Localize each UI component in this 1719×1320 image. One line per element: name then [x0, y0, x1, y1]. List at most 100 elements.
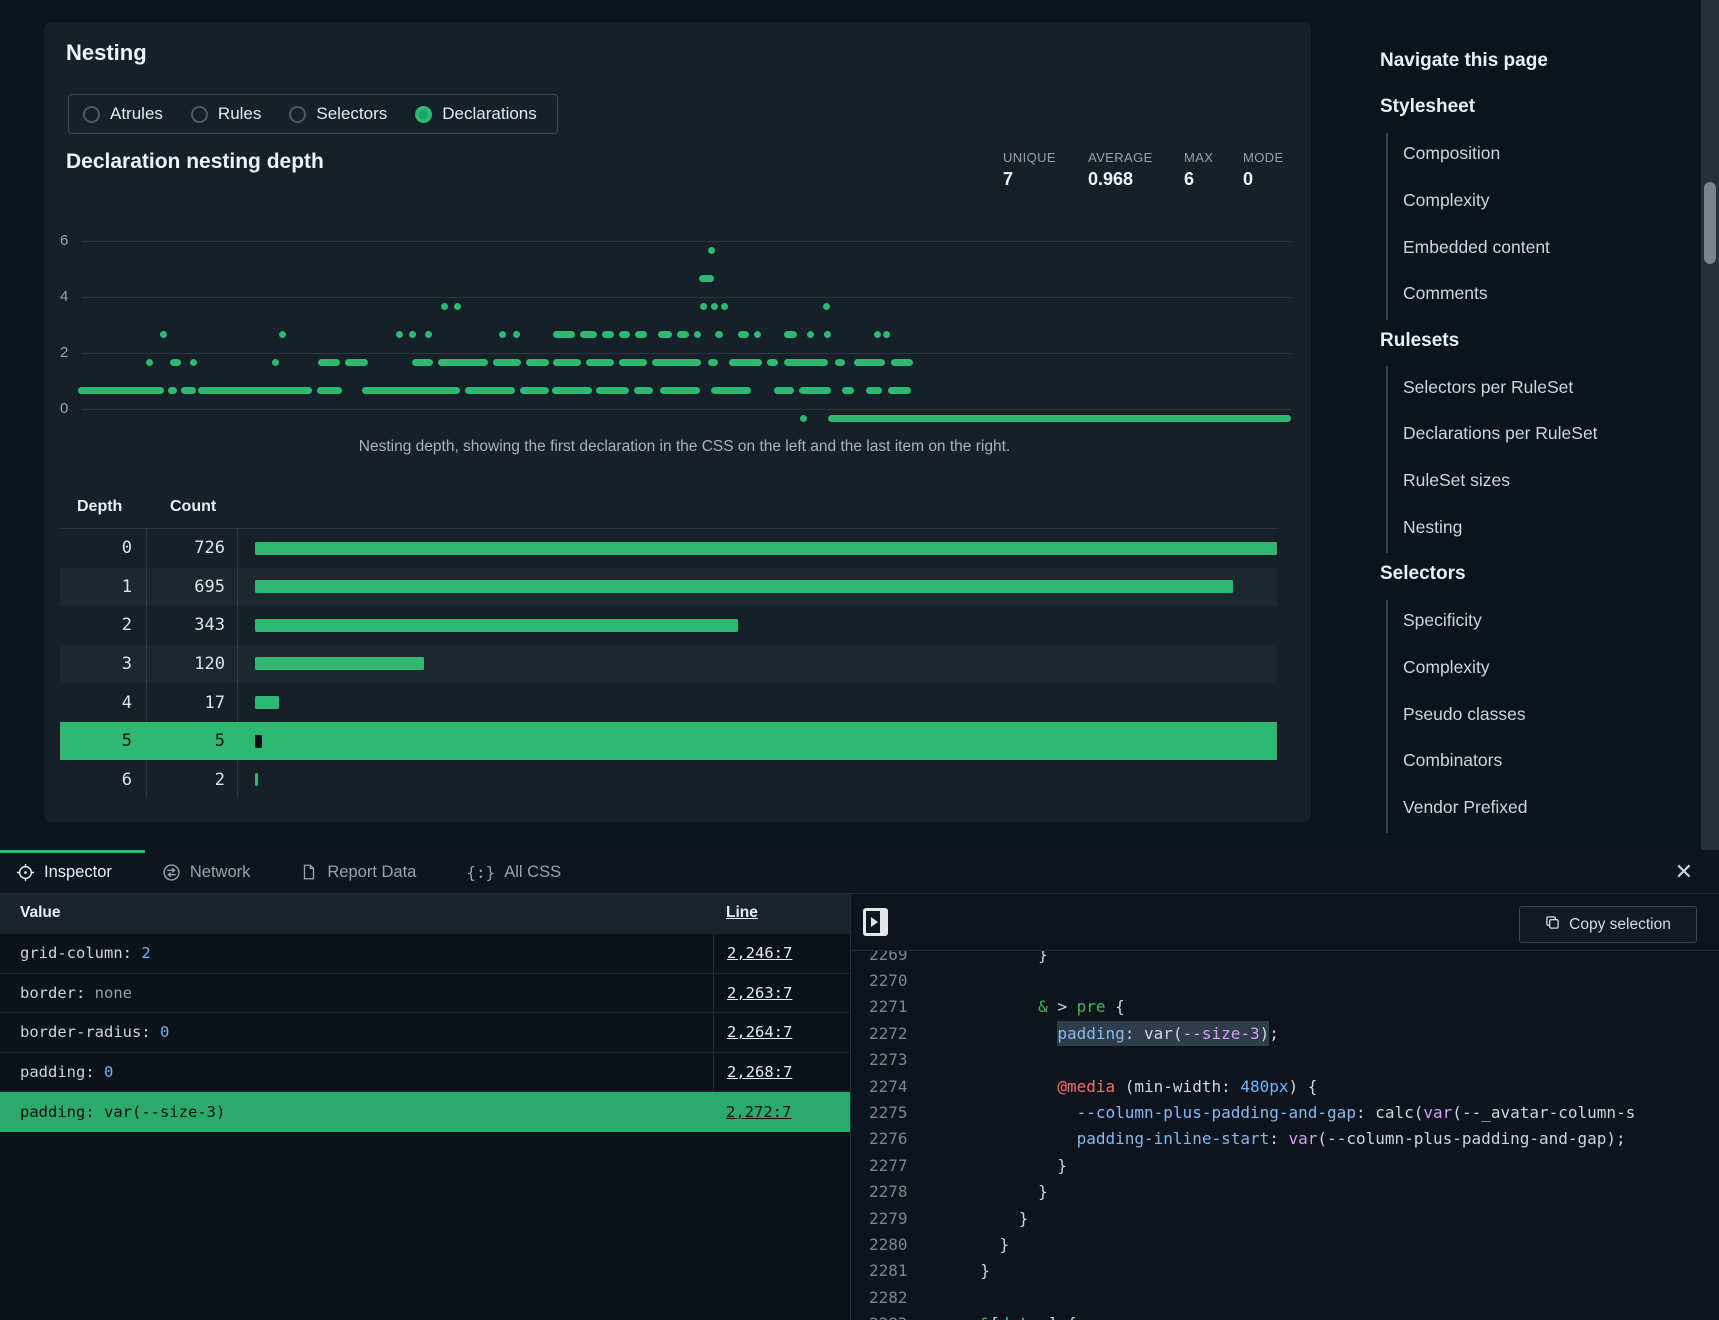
- page-scrollbar-thumb[interactable]: [1704, 182, 1716, 264]
- devtools-panel: InspectorNetworkReport Data{:}All CSS ✕ …: [0, 850, 1719, 1320]
- declaration-row[interactable]: padding: 02,268:7: [0, 1053, 850, 1093]
- scatter-segment-depth2: [835, 359, 845, 366]
- inspector-icon: [16, 863, 35, 882]
- sidebar-item-vendor-prefixed[interactable]: Vendor Prefixed: [1403, 795, 1528, 821]
- declaration-row[interactable]: border-radius: 02,264:7: [0, 1013, 850, 1053]
- sidebar-item-embedded-content[interactable]: Embedded content: [1403, 234, 1550, 260]
- sidebar-item-pseudo-classes[interactable]: Pseudo classes: [1403, 701, 1526, 727]
- scatter-segment-depth3: [409, 331, 416, 338]
- ytick-4: 4: [60, 288, 74, 305]
- tab-report-data[interactable]: Report Data: [300, 863, 416, 882]
- line-link[interactable]: 2,264:7: [727, 1023, 792, 1041]
- scatter-segment-depth2: [412, 359, 434, 366]
- scatter-segment-depth2: [170, 359, 181, 366]
- radio-option-atrules[interactable]: Atrules: [83, 104, 163, 124]
- sidebar-item-declarations-per-ruleset[interactable]: Declarations per RuleSet: [1403, 421, 1598, 447]
- scatter-segment-depth1: [168, 387, 178, 394]
- scatter-segment-depth1: [774, 387, 793, 394]
- card-title: Nesting: [66, 40, 147, 66]
- tab-network-label: Network: [190, 863, 251, 882]
- line-link[interactable]: 2,272:7: [726, 1103, 791, 1121]
- code-line-2275: 2275 --column-plus-padding-and-gap: calc…: [851, 1099, 1718, 1125]
- line-number: 2269: [851, 951, 943, 964]
- count-cell: 17: [156, 683, 225, 722]
- value-column-header: Value: [20, 904, 61, 922]
- count-bar: [255, 657, 424, 670]
- close-icon[interactable]: ✕: [1675, 858, 1693, 886]
- line-column-header[interactable]: Line: [726, 904, 758, 922]
- stat-unique-value: 7: [1003, 169, 1056, 190]
- gridline-y2: [82, 353, 1291, 354]
- scatter-segment-depth2: [729, 359, 762, 366]
- line-number: 2273: [851, 1050, 943, 1069]
- table-row-depth-6[interactable]: 62: [60, 760, 1277, 799]
- sidebar-item-specificity[interactable]: Specificity: [1403, 608, 1482, 634]
- sidebar-group-border: [1386, 133, 1388, 320]
- scatter-segment-depth1: [799, 387, 832, 394]
- sidebar-item-composition[interactable]: Composition: [1403, 141, 1500, 167]
- line-link[interactable]: 2,263:7: [727, 984, 792, 1002]
- line-content: & > pre {: [961, 997, 1125, 1016]
- page-nav-title: Navigate this page: [1380, 48, 1548, 74]
- line-number: 2281: [851, 1261, 943, 1280]
- line-number: 2272: [851, 1024, 943, 1043]
- sidebar-item-complexity[interactable]: Complexity: [1403, 654, 1490, 680]
- scatter-segment-depth1: [181, 387, 196, 394]
- scatter-segment-depth4: [823, 303, 830, 310]
- table-row-depth-2[interactable]: 2343: [60, 606, 1277, 645]
- network-icon: [162, 863, 181, 882]
- line-number: 2278: [851, 1182, 943, 1201]
- line-number: 2276: [851, 1129, 943, 1148]
- line-link[interactable]: 2,268:7: [727, 1063, 792, 1081]
- code-toolbar: Copy selection: [851, 894, 1719, 951]
- radio-option-rules[interactable]: Rules: [191, 104, 261, 124]
- table-row-depth-3[interactable]: 3120: [60, 645, 1277, 684]
- tab-all-css[interactable]: {:}All CSS: [466, 863, 561, 882]
- radio-option-declarations[interactable]: Declarations: [415, 104, 537, 124]
- copy-selection-label: Copy selection: [1569, 916, 1671, 934]
- sidebar-item-comments[interactable]: Comments: [1403, 281, 1488, 307]
- scatter-segment-depth2: [708, 359, 719, 366]
- declaration-row[interactable]: grid-column: 22,246:7: [0, 934, 850, 974]
- count-bar: [255, 773, 258, 786]
- radio-rules-dot: [191, 106, 208, 123]
- declaration-row[interactable]: padding: var(--size-3)2,272:7: [0, 1092, 850, 1132]
- sidebar-item-selectors-per-ruleset[interactable]: Selectors per RuleSet: [1403, 374, 1573, 400]
- table-row-depth-4[interactable]: 417: [60, 683, 1277, 722]
- declaration-row[interactable]: border: none2,263:7: [0, 974, 850, 1014]
- scatter-segment-depth2: [767, 359, 778, 366]
- line-link[interactable]: 2,246:7: [727, 944, 792, 962]
- radio-option-selectors[interactable]: Selectors: [289, 104, 387, 124]
- ytick-0: 0: [60, 400, 74, 417]
- count-cell: 343: [156, 606, 225, 645]
- tab-inspector[interactable]: Inspector: [16, 863, 112, 882]
- scatter-segment-depth2: [493, 359, 521, 366]
- scatter-segment-depth3: [874, 331, 881, 338]
- table-row-depth-5[interactable]: 55: [60, 722, 1277, 761]
- ytick-2: 2: [60, 344, 74, 361]
- inspector-table-header: Value Line: [0, 894, 850, 934]
- line-cell: 2,268:7: [713, 1053, 849, 1092]
- table-row-depth-0[interactable]: 0726: [60, 529, 1277, 568]
- sidebar-section-rulesets: Rulesets: [1380, 328, 1459, 354]
- line-content: }: [961, 1182, 1048, 1201]
- css-source-view[interactable]: 2269 }22702271 & > pre {2272 padding: va…: [851, 951, 1718, 1320]
- tab-network[interactable]: Network: [162, 863, 251, 882]
- sidebar-item-complexity[interactable]: Complexity: [1403, 187, 1490, 213]
- code-line-2269: 2269 }: [851, 951, 1718, 967]
- scatter-segment-depth3: [754, 331, 761, 338]
- table-row-depth-1[interactable]: 1695: [60, 568, 1277, 607]
- sidebar-item-nesting[interactable]: Nesting: [1403, 514, 1462, 540]
- scatter-segment-depth0: [800, 415, 807, 422]
- sidebar-item-combinators[interactable]: Combinators: [1403, 748, 1502, 774]
- copy-selection-button[interactable]: Copy selection: [1519, 906, 1697, 943]
- sidebar-item-ruleset-sizes[interactable]: RuleSet sizes: [1403, 468, 1510, 494]
- line-cell: 2,272:7: [713, 1092, 849, 1132]
- scatter-segment-depth0: [828, 415, 1291, 422]
- scatter-segment-depth3: [694, 331, 701, 338]
- radio-selectors-dot: [289, 106, 306, 123]
- panel-toggle-icon[interactable]: [863, 908, 888, 936]
- stat-average-label: AVERAGE: [1088, 150, 1153, 165]
- sidebar-section-selectors: Selectors: [1380, 561, 1466, 587]
- depth-column-header: Depth: [77, 498, 122, 516]
